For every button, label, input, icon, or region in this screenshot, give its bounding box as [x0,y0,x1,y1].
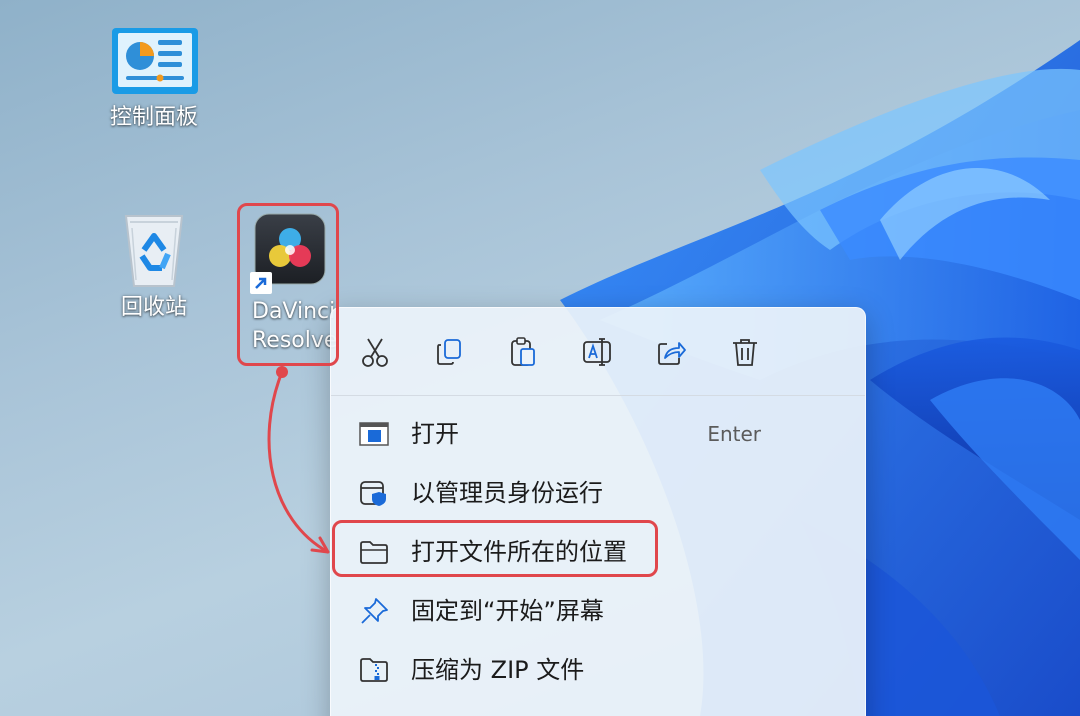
zip-folder-icon [359,656,389,684]
annotation-highlight-menu-item [332,520,658,577]
desktop-icon-label: 控制面板 [109,105,198,130]
copy-icon [437,339,461,365]
delete-icon [733,339,757,366]
desktop-icon-control-panel[interactable]: 控制面板 [104,26,204,132]
desktop: 控制面板 回收站 DaVinci Resolve 打开 Enter 以管理员身份… [0,0,1080,716]
context-menu: 打开 Enter 以管理员身份运行 打开文件所在的位置 固定到“开始”屏幕 压缩… [330,307,866,716]
menu-item-open[interactable]: 打开 Enter [339,406,857,462]
desktop-icon-recycle-bin[interactable]: 回收站 [104,206,204,322]
menu-separator [331,395,865,396]
open-icon [359,420,389,448]
desktop-icon-label: 回收站 [120,295,187,320]
menu-item-shortcut: Enter [707,422,761,446]
copy-button[interactable] [429,332,469,372]
share-button[interactable] [651,332,691,372]
annotation-highlight-shortcut [237,203,339,366]
menu-item-label: 固定到“开始”屏幕 [411,597,604,625]
delete-button[interactable] [725,332,765,372]
menu-item-label: 以管理员身份运行 [411,479,603,507]
menu-item-compress-zip[interactable]: 压缩为 ZIP 文件 [339,642,857,698]
control-panel-icon [112,28,198,94]
cut-button[interactable] [355,332,395,372]
context-menu-toolbar [331,308,865,394]
cut-icon [362,338,388,367]
pin-icon [359,597,389,625]
share-icon [658,342,686,365]
run-as-admin-icon [359,479,389,507]
rename-icon [583,338,611,366]
paste-button[interactable] [503,332,543,372]
rename-button[interactable] [577,332,617,372]
menu-item-pin-to-start[interactable]: 固定到“开始”屏幕 [339,583,857,639]
menu-item-label: 压缩为 ZIP 文件 [411,656,585,684]
paste-icon [511,337,535,366]
recycle-bin-icon [124,215,184,287]
menu-item-run-as-admin[interactable]: 以管理员身份运行 [339,465,857,521]
menu-item-label: 打开 [411,420,459,448]
